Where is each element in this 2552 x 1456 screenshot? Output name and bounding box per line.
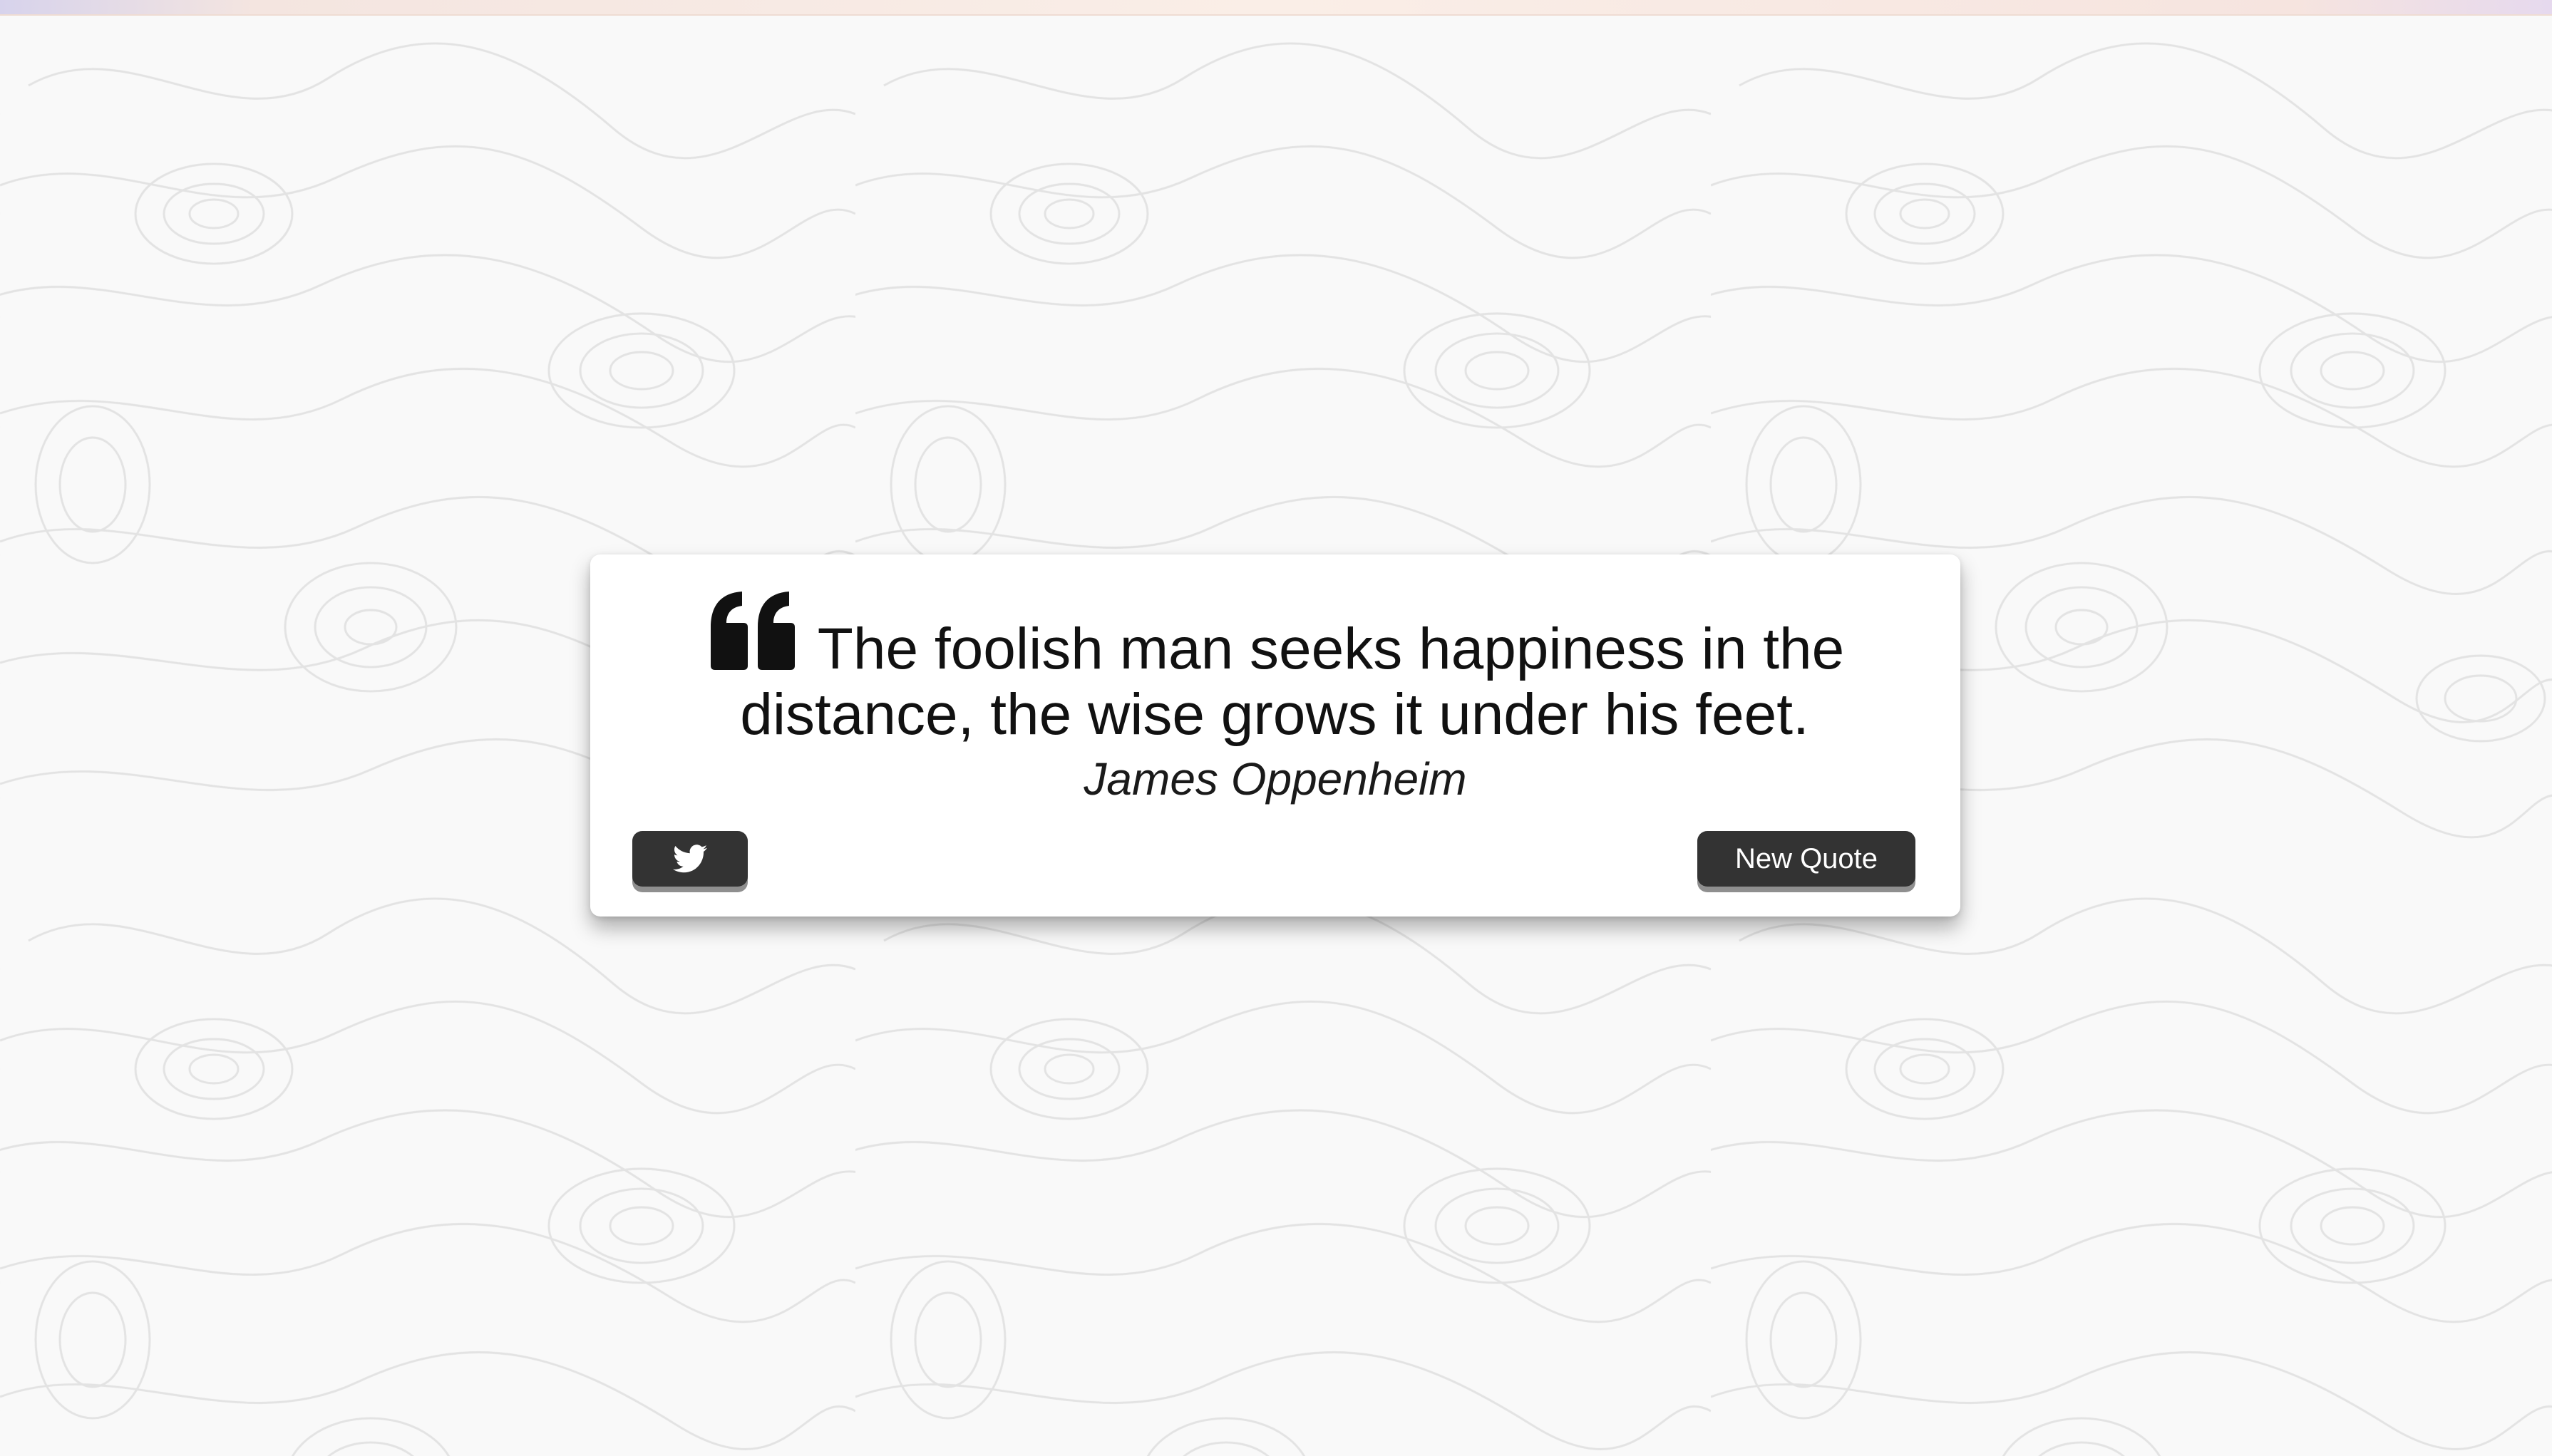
browser-top-strip	[0, 0, 2552, 16]
quote-author: James Oppenheim	[1084, 753, 1467, 805]
tweet-quote-button[interactable]	[632, 831, 748, 887]
new-quote-button[interactable]: New Quote	[1697, 831, 1915, 887]
quote-card: The foolish man seeks happiness in the d…	[590, 554, 1960, 917]
quote-text: The foolish man seeks happiness in the d…	[740, 616, 1845, 747]
quote-text-block: The foolish man seeks happiness in the d…	[662, 590, 1888, 748]
twitter-icon	[673, 845, 707, 873]
quote-left-icon	[705, 590, 801, 671]
